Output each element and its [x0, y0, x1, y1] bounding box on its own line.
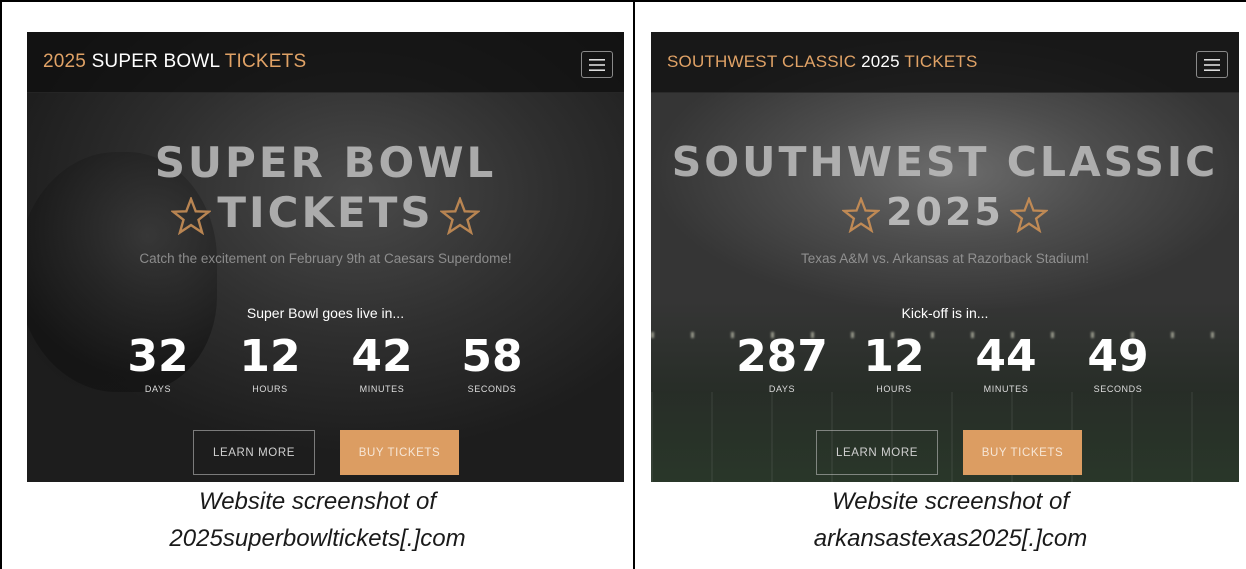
countdown-minutes: 44 MINUTES	[951, 331, 1061, 395]
hero-subtitle: Texas A&M vs. Arkansas at Razorback Stad…	[800, 251, 1090, 266]
site-brand[interactable]: SOUTHWEST CLASSIC 2025 TICKETS	[667, 52, 978, 72]
countdown-value: 32	[127, 331, 189, 382]
hamburger-menu-icon	[589, 58, 605, 71]
countdown-label: SECONDS	[1093, 384, 1143, 394]
hero-title-line2: 2025	[651, 190, 1239, 234]
caption-line1: Website screenshot of	[831, 488, 1069, 515]
hero-title-line1: SOUTHWEST CLASSIC	[671, 138, 1219, 186]
brand-tickets: TICKETS	[224, 51, 307, 72]
star-icon	[171, 196, 212, 235]
countdown-intro: Kick-off is in...	[901, 305, 989, 321]
buy-tickets-button[interactable]: BUY TICKETS	[963, 430, 1082, 475]
countdown-seconds: 58 SECONDS	[437, 331, 547, 395]
navbar: SOUTHWEST CLASSIC 2025 TICKETS	[651, 32, 1239, 93]
countdown-value: 12	[239, 331, 301, 382]
countdown-days: 287 DAYS	[727, 331, 837, 395]
countdown-value: 287	[736, 331, 828, 382]
right-panel: SOUTHWEST CLASSIC 2025 TICKETS SOUTHWEST…	[635, 2, 1246, 569]
left-panel: 2025 SUPER BOWL TICKETS SUPER BOWL TICKE…	[2, 2, 633, 569]
brand-event: SUPER BOWL	[91, 51, 220, 72]
star-icon	[842, 196, 881, 233]
football-field	[651, 392, 1239, 482]
caption-line1: Website screenshot of	[198, 488, 436, 515]
countdown-label: DAYS	[768, 384, 796, 394]
brand-year: 2025	[43, 51, 87, 72]
countdown-days: 32 DAYS	[103, 331, 213, 395]
countdown-value: 58	[461, 331, 523, 382]
caption-line2: arkansastexas2025[.]com	[813, 525, 1088, 552]
menu-toggle-button[interactable]	[581, 51, 613, 78]
countdown: 32 DAYS 12 HOURS 42 MINUTES 58 SECONDS	[27, 332, 624, 402]
caption-line2: 2025superbowltickets[.]com	[169, 525, 466, 552]
star-icon	[1009, 196, 1048, 233]
countdown-label: DAYS	[144, 384, 172, 394]
hero-title-text: 2025	[886, 190, 1004, 234]
hero-subtitle: Catch the excitement on February 9th at …	[139, 251, 512, 266]
countdown-label: HOURS	[252, 384, 288, 394]
countdown-hours: 12 HOURS	[839, 331, 949, 395]
countdown-value: 12	[863, 331, 925, 382]
countdown-label: MINUTES	[983, 384, 1029, 394]
hamburger-menu-icon	[1204, 58, 1220, 71]
countdown-label: SECONDS	[467, 384, 517, 394]
buy-tickets-button[interactable]: BUY TICKETS	[340, 430, 459, 475]
countdown-value: 44	[975, 331, 1037, 382]
hero-title-line2: TICKETS	[27, 188, 624, 237]
site-brand[interactable]: 2025 SUPER BOWL TICKETS	[43, 51, 306, 73]
countdown-label: MINUTES	[359, 384, 405, 394]
star-icon	[439, 196, 480, 235]
countdown: 287 DAYS 12 HOURS 44 MINUTES 49 SECONDS	[651, 332, 1239, 402]
brand-tickets: TICKETS	[904, 52, 978, 71]
countdown-minutes: 42 MINUTES	[327, 331, 437, 395]
countdown-label: HOURS	[876, 384, 912, 394]
website-screenshot: 2025 SUPER BOWL TICKETS SUPER BOWL TICKE…	[27, 32, 624, 482]
website-screenshot: SOUTHWEST CLASSIC 2025 TICKETS SOUTHWEST…	[651, 32, 1239, 482]
countdown-value: 42	[351, 331, 413, 382]
brand-year: 2025	[861, 52, 900, 71]
learn-more-button[interactable]: LEARN MORE	[193, 430, 315, 475]
learn-more-button[interactable]: LEARN MORE	[816, 430, 938, 475]
countdown-seconds: 49 SECONDS	[1063, 331, 1173, 395]
hero-title-line1: SUPER BOWL	[154, 138, 497, 187]
navbar: 2025 SUPER BOWL TICKETS	[27, 32, 624, 93]
countdown-value: 49	[1087, 331, 1149, 382]
countdown-hours: 12 HOURS	[215, 331, 325, 395]
hero-title-text: TICKETS	[217, 188, 434, 237]
countdown-intro: Super Bowl goes live in...	[246, 305, 405, 321]
menu-toggle-button[interactable]	[1196, 51, 1228, 78]
brand-event: SOUTHWEST CLASSIC	[667, 52, 857, 71]
